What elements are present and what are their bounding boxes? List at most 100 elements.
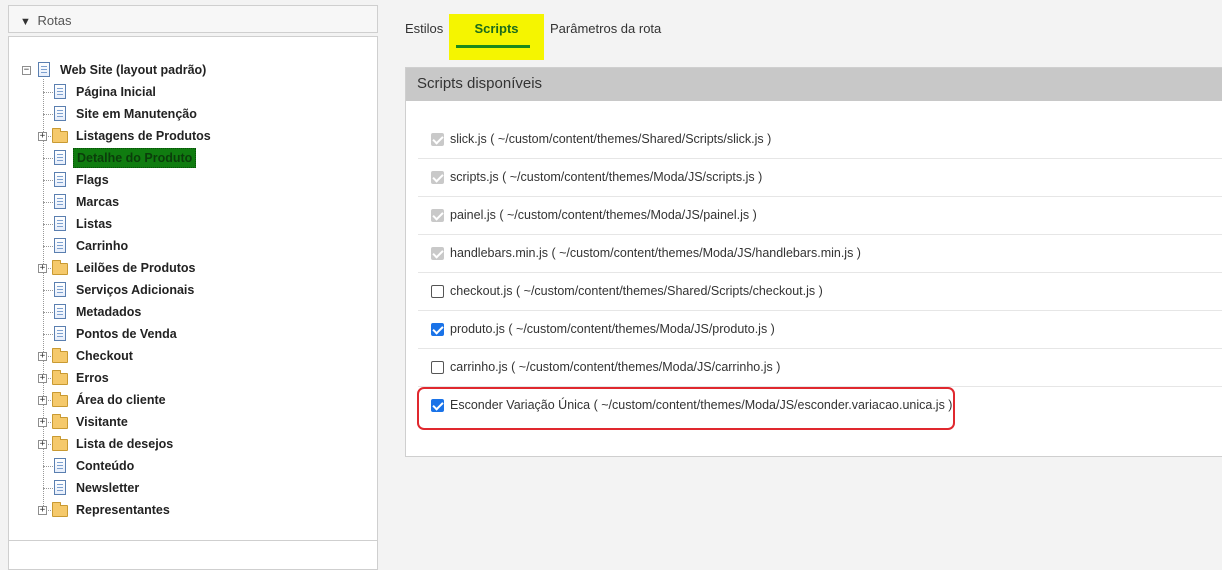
script-label[interactable]: checkout.js ( ~/custom/content/themes/Sh…	[450, 284, 823, 298]
script-path: ( ~/custom/content/themes/Shared/Scripts…	[516, 284, 823, 298]
page-icon	[54, 480, 66, 495]
tree-item-label: Página Inicial	[76, 85, 156, 99]
script-checkbox[interactable]	[431, 361, 444, 374]
script-checkbox	[431, 171, 444, 184]
tab-scripts[interactable]: Scripts	[449, 14, 544, 60]
expand-toggle-icon[interactable]: +	[38, 132, 47, 141]
script-label[interactable]: slick.js ( ~/custom/content/themes/Share…	[450, 132, 771, 146]
tree-connector	[43, 92, 53, 93]
script-label[interactable]: handlebars.min.js ( ~/custom/content/the…	[450, 246, 861, 260]
expand-toggle-icon[interactable]: +	[38, 264, 47, 273]
page-icon	[54, 282, 66, 297]
tree-item-label: Detalhe do Produto	[73, 148, 197, 168]
tree-item-label: Conteúdo	[76, 459, 135, 473]
page-icon	[54, 194, 66, 209]
script-row: painel.js ( ~/custom/content/themes/Moda…	[418, 197, 1222, 235]
tree-item-label: Pontos de Venda	[76, 327, 177, 341]
tree-item-label: Listas	[76, 217, 113, 231]
collapse-triangle-icon: ▼	[20, 16, 31, 28]
tab-parametros[interactable]: Parâmetros da rota	[550, 14, 670, 60]
tree-connector	[43, 224, 53, 225]
script-row: handlebars.min.js ( ~/custom/content/the…	[418, 235, 1222, 273]
tree-connector	[43, 246, 53, 247]
tree-item-label: Serviços Adicionais	[76, 283, 195, 297]
expand-toggle-icon[interactable]: +	[38, 418, 47, 427]
tree-item-label: Carrinho	[76, 239, 129, 253]
tree-item-label: Listagens de Produtos	[76, 129, 211, 143]
tree-item-label: Leilões de Produtos	[76, 261, 196, 275]
tree-connector	[43, 114, 53, 115]
tree-item-label: Metadados	[76, 305, 142, 319]
script-name: produto.js	[450, 322, 505, 336]
script-path: ( ~/custom/content/themes/Moda/JS/script…	[502, 170, 763, 184]
script-checkbox[interactable]	[431, 323, 444, 336]
folder-icon	[52, 414, 68, 429]
script-label[interactable]: carrinho.js ( ~/custom/content/themes/Mo…	[450, 360, 780, 374]
script-path: ( ~/custom/content/themes/Moda/JS/produt…	[508, 322, 775, 336]
page-icon	[54, 216, 66, 231]
tree-connector	[43, 488, 53, 489]
tree-item-label: Erros	[76, 371, 109, 385]
script-name: handlebars.min.js	[450, 246, 548, 260]
expand-toggle-icon[interactable]: +	[38, 506, 47, 515]
expand-toggle-icon[interactable]: +	[38, 396, 47, 405]
script-path: ( ~/custom/content/themes/Shared/Scripts…	[490, 132, 772, 146]
routes-header-label: Rotas	[37, 13, 72, 28]
script-label[interactable]: scripts.js ( ~/custom/content/themes/Mod…	[450, 170, 762, 184]
tree-item-label: Representantes	[76, 503, 170, 517]
page-icon	[54, 150, 66, 165]
page-icon	[54, 238, 66, 253]
routes-header[interactable]: ▼ Rotas	[8, 5, 378, 33]
script-checkbox[interactable]	[431, 285, 444, 298]
script-name: scripts.js	[450, 170, 499, 184]
active-tab-indicator	[456, 45, 530, 48]
collapse-toggle-icon[interactable]: −	[22, 66, 31, 75]
tree-connector	[43, 180, 53, 181]
folder-icon	[52, 436, 68, 451]
tree-item-label: Marcas	[76, 195, 120, 209]
tab-label: Estilos	[405, 21, 444, 36]
script-label[interactable]: painel.js ( ~/custom/content/themes/Moda…	[450, 208, 757, 222]
tab-estilos[interactable]: Estilos	[405, 14, 449, 60]
folder-icon	[52, 392, 68, 407]
tab-label: Scripts	[474, 21, 519, 36]
expand-toggle-icon[interactable]: +	[38, 440, 47, 449]
tree-connector	[43, 158, 53, 159]
tree-connector	[43, 466, 53, 467]
tree-item-label: Site em Manutenção	[76, 107, 197, 121]
script-name: slick.js	[450, 132, 487, 146]
script-label[interactable]: produto.js ( ~/custom/content/themes/Mod…	[450, 322, 775, 336]
highlight-annotation	[417, 387, 955, 430]
folder-icon	[52, 370, 68, 385]
tree-connector	[43, 202, 53, 203]
script-name: checkout.js	[450, 284, 513, 298]
script-row: scripts.js ( ~/custom/content/themes/Mod…	[418, 159, 1222, 197]
script-path: ( ~/custom/content/themes/Moda/JS/handle…	[551, 246, 861, 260]
panel-footer	[8, 540, 378, 570]
routes-panel: ▼ Rotas − Web Site (layout padrão) Págin…	[8, 5, 378, 570]
tree-item-label: Newsletter	[76, 481, 140, 495]
tree-item-label: Flags	[76, 173, 109, 187]
script-row: carrinho.js ( ~/custom/content/themes/Mo…	[418, 349, 1222, 387]
script-name: carrinho.js	[450, 360, 508, 374]
tree-connector	[43, 290, 53, 291]
script-checkbox	[431, 209, 444, 222]
tree-item-label: Lista de desejos	[76, 437, 174, 451]
page-icon	[54, 326, 66, 341]
folder-icon	[52, 128, 68, 143]
tree-connector	[43, 312, 53, 313]
script-path: ( ~/custom/content/themes/Moda/JS/carrin…	[511, 360, 781, 374]
script-row: slick.js ( ~/custom/content/themes/Share…	[418, 121, 1222, 159]
tree-item-label: Visitante	[76, 415, 128, 429]
folder-icon	[52, 502, 68, 517]
expand-toggle-icon[interactable]: +	[38, 352, 47, 361]
page-icon	[38, 62, 50, 77]
script-row: checkout.js ( ~/custom/content/themes/Sh…	[418, 273, 1222, 311]
routes-tree: − Web Site (layout padrão) Página Inicia…	[8, 36, 378, 546]
page-icon	[54, 458, 66, 473]
script-checkbox	[431, 133, 444, 146]
tree-item-label: Área do cliente	[76, 393, 166, 407]
script-checkbox	[431, 247, 444, 260]
page-icon	[54, 304, 66, 319]
expand-toggle-icon[interactable]: +	[38, 374, 47, 383]
